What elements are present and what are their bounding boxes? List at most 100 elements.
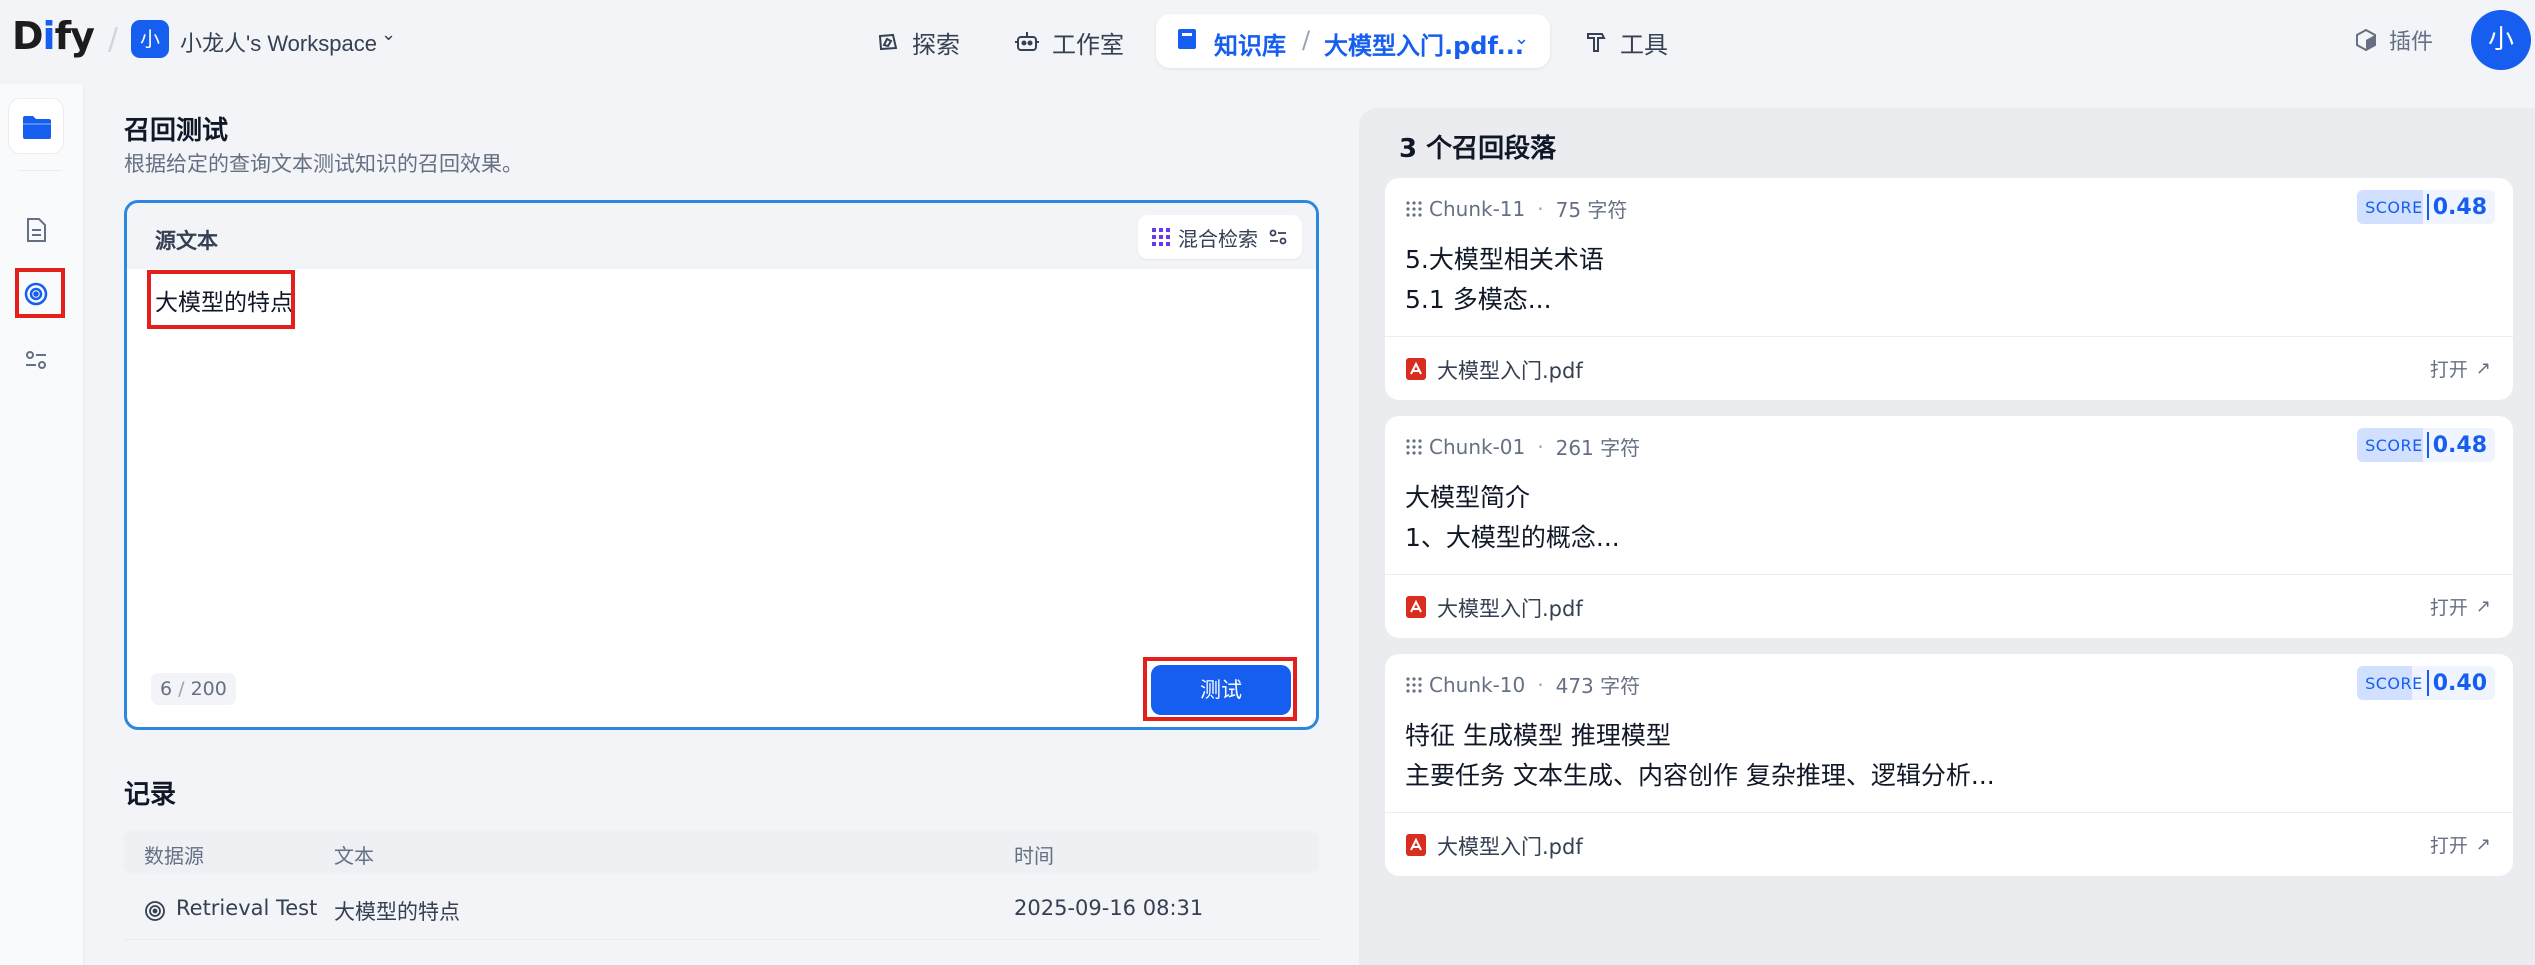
robot-icon	[1015, 32, 1039, 51]
pdf-icon	[1406, 834, 1426, 856]
score-label: SCORE	[2365, 673, 2423, 693]
nav-tools[interactable]: 工具	[1584, 22, 1668, 62]
chunk-id: Chunk-11	[1429, 196, 1526, 221]
chunk-chars: 75 字符	[1555, 198, 1628, 222]
dify-logo[interactable]: Dify	[12, 14, 95, 58]
compass-icon	[878, 33, 898, 51]
column-source: 数据源	[144, 844, 204, 868]
char-limit: 200	[190, 678, 227, 700]
score-badge: SCORE 0.48	[2357, 190, 2495, 224]
user-avatar[interactable]: 小	[2471, 10, 2531, 70]
record-time: 2025-09-16 08:31	[1014, 896, 1204, 920]
highlight-box	[15, 268, 65, 318]
chunk-meta: Chunk-10 · 473 字符	[1405, 670, 1640, 699]
chunk-chars: 261 字符	[1555, 436, 1641, 460]
book-icon	[1178, 29, 1196, 49]
plugins-label: 插件	[2389, 30, 2434, 55]
chunk-content-line: 大模型简介	[1405, 483, 1531, 512]
score-value: 0.48	[2432, 432, 2487, 458]
drag-dots-icon	[1406, 200, 1422, 217]
result-chunk[interactable]: Chunk-10 · 473 字符 SCORE 0.40 特征 生成模型 推理模…	[1385, 654, 2513, 876]
char-count: 6	[160, 678, 173, 700]
chunk-meta: Chunk-11 · 75 字符	[1405, 194, 1627, 223]
workspace-name[interactable]: 小龙人's Workspace	[180, 26, 377, 58]
chunk-content-line: 主要任务 文本生成、内容创作 复杂推理、逻辑分析...	[1405, 761, 1995, 790]
dataset-selector[interactable]: 大模型入门.pdf...	[1324, 26, 1524, 61]
score-bar	[2426, 670, 2429, 696]
highlight-box	[147, 270, 295, 329]
chunk-chars: 473 字符	[1555, 674, 1641, 698]
retrieval-method-label: 混合检索	[1178, 226, 1258, 251]
results-panel: 3 个召回段落 Chunk-11 · 75 字符 SCORE 0.48 5.大模…	[1359, 108, 2535, 965]
column-text: 文本	[334, 844, 374, 868]
hammer-icon	[1587, 33, 1606, 52]
arrow-up-right-icon: ↗	[2475, 596, 2491, 617]
separator: ·	[1537, 434, 1544, 459]
divider: /	[108, 22, 119, 57]
separator: ·	[1537, 196, 1544, 221]
grid-icon	[1152, 228, 1170, 246]
open-label: 打开	[2429, 597, 2468, 619]
folder-icon	[23, 116, 51, 139]
chunk-file-name: 大模型入门.pdf	[1437, 359, 1583, 383]
nav-knowledge-label: 知识库	[1214, 32, 1286, 60]
nav-explore[interactable]: 探索	[876, 22, 960, 62]
table-row[interactable]: Retrieval Test 大模型的特点 2025-09-16 08:31	[124, 884, 1319, 940]
retrieval-method-button[interactable]: 混合检索	[1138, 215, 1302, 259]
chevron-down-icon[interactable]: ⌄	[381, 24, 396, 45]
highlight-box	[1143, 657, 1297, 721]
chevron-down-icon[interactable]: ⌄	[1514, 28, 1529, 49]
target-icon	[145, 901, 165, 921]
score-value: 0.40	[2432, 670, 2487, 696]
score-bar	[2426, 432, 2429, 458]
open-label: 打开	[2429, 835, 2468, 857]
open-button[interactable]: 打开 ↗	[2430, 831, 2491, 858]
dataset-icon[interactable]	[8, 98, 64, 154]
result-chunk[interactable]: Chunk-11 · 75 字符 SCORE 0.48 5.大模型相关术语 5.…	[1385, 178, 2513, 400]
char-sep: /	[178, 678, 185, 700]
result-chunk[interactable]: Chunk-01 · 261 字符 SCORE 0.48 大模型简介 1、大模型…	[1385, 416, 2513, 638]
open-label: 打开	[2429, 359, 2468, 381]
chunk-file-name: 大模型入门.pdf	[1437, 597, 1583, 621]
nav-tools-label: 工具	[1620, 30, 1668, 59]
settings-sliders-icon	[1269, 229, 1287, 245]
chunk-content-line: 特征 生成模型 推理模型	[1405, 721, 1671, 750]
score-value: 0.48	[2432, 194, 2487, 220]
dataset-sidebar	[0, 84, 84, 965]
char-counter: 6 / 200	[151, 673, 236, 705]
cube-icon	[2356, 29, 2376, 51]
results-title: 3 个召回段落	[1399, 134, 1557, 164]
record-text: 大模型的特点	[334, 900, 460, 924]
nav-knowledge[interactable]: 知识库 / 大模型入门.pdf... ⌄	[1156, 14, 1550, 68]
chunk-footer: 大模型入门.pdf 打开 ↗	[1385, 812, 2513, 876]
open-button[interactable]: 打开 ↗	[2430, 355, 2491, 382]
score-label: SCORE	[2365, 435, 2423, 455]
arrow-up-right-icon: ↗	[2475, 834, 2491, 855]
workspace-avatar[interactable]: 小	[131, 20, 169, 58]
record-source: Retrieval Test	[176, 896, 318, 920]
settings-sliders-icon[interactable]	[22, 346, 50, 374]
nav-studio-label: 工作室	[1052, 30, 1124, 59]
plugins-button[interactable]: 插件	[2355, 24, 2433, 56]
document-icon[interactable]	[22, 216, 50, 244]
drag-dots-icon	[1406, 438, 1422, 455]
divider	[18, 170, 62, 171]
chunk-id: Chunk-01	[1429, 434, 1526, 459]
page-subtitle: 根据给定的查询文本测试知识的召回效果。	[124, 152, 523, 176]
page-title: 召回测试	[124, 116, 229, 146]
score-badge: SCORE 0.40	[2357, 666, 2495, 700]
nav-studio[interactable]: 工作室	[1014, 22, 1124, 62]
pdf-icon	[1406, 358, 1426, 380]
chunk-meta: Chunk-01 · 261 字符	[1405, 432, 1640, 461]
drag-dots-icon	[1406, 676, 1422, 693]
query-header: 源文本 混合检索	[127, 203, 1316, 269]
chunk-footer: 大模型入门.pdf 打开 ↗	[1385, 336, 2513, 400]
chunk-content-line: 5.1 多模态...	[1405, 285, 1552, 314]
chunk-content-line: 5.大模型相关术语	[1405, 245, 1604, 274]
column-time: 时间	[1014, 844, 1054, 868]
records-title: 记录	[124, 780, 177, 810]
open-button[interactable]: 打开 ↗	[2430, 593, 2491, 620]
score-badge: SCORE 0.48	[2357, 428, 2495, 462]
breadcrumb-divider: /	[1302, 26, 1311, 54]
query-card: 源文本 混合检索 大模型的特点 6 / 200 测试	[124, 200, 1319, 730]
